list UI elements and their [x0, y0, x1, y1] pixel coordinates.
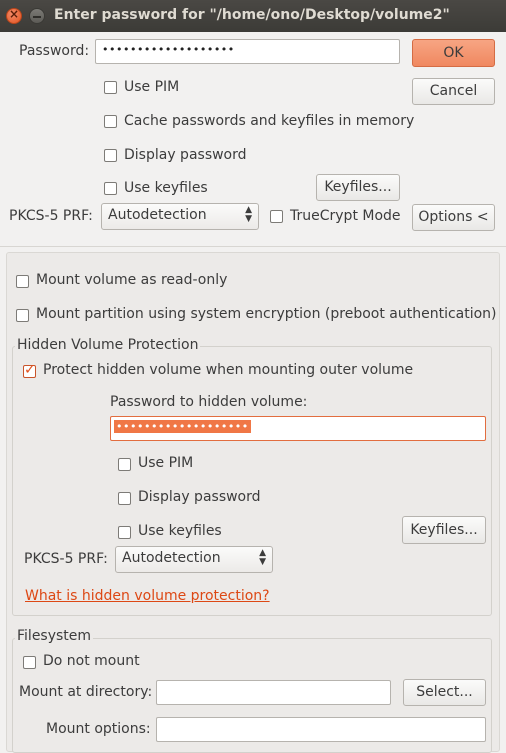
hidden-use-pim-checkbox[interactable]: [118, 458, 131, 471]
hidden-volume-title: Hidden Volume Protection: [15, 337, 201, 353]
hidden-password-value: •••••••••••••••••••: [114, 420, 251, 433]
cancel-button[interactable]: Cancel: [412, 78, 495, 105]
mount-dir-label: Mount at directory:: [19, 684, 153, 700]
minimize-window-button[interactable]: [29, 8, 45, 24]
password-label: Password:: [19, 43, 90, 59]
cache-passwords-checkbox[interactable]: [104, 115, 117, 128]
hidden-display-password-checkbox[interactable]: [118, 492, 131, 505]
prf-select[interactable]: Autodetection ▲ ▼: [101, 203, 259, 230]
hidden-prf-label: PKCS-5 PRF:: [24, 551, 108, 567]
mount-dir-input[interactable]: [156, 680, 391, 705]
display-password-checkbox[interactable]: [104, 149, 117, 162]
cache-passwords-label: Cache passwords and keyfiles in memory: [124, 113, 415, 129]
prf-value: Autodetection: [108, 207, 207, 223]
display-password-label: Display password: [124, 147, 247, 163]
window-title: Enter password for "/home/ono/Desktop/vo…: [54, 7, 450, 23]
password-input[interactable]: •••••••••••••••••••: [95, 39, 400, 64]
do-not-mount-label: Do not mount: [43, 653, 140, 669]
separator: [0, 246, 506, 247]
hidden-volume-help-link[interactable]: What is hidden volume protection?: [25, 588, 270, 604]
prf-label: PKCS-5 PRF:: [9, 208, 93, 224]
keyfiles-button[interactable]: Keyfiles...: [316, 174, 400, 201]
system-encryption-checkbox[interactable]: [16, 309, 29, 322]
select-directory-button[interactable]: Select...: [403, 679, 486, 706]
use-pim-checkbox[interactable]: [104, 81, 117, 94]
protect-hidden-checkbox[interactable]: [23, 362, 36, 378]
close-window-button[interactable]: ×: [6, 7, 22, 24]
truecrypt-mode-label: TrueCrypt Mode: [290, 208, 401, 224]
read-only-checkbox[interactable]: [16, 275, 29, 288]
protect-hidden-label: Protect hidden volume when mounting oute…: [43, 362, 414, 378]
hidden-prf-select[interactable]: Autodetection ▲ ▼: [115, 546, 273, 573]
hidden-password-input[interactable]: •••••••••••••••••••: [110, 416, 486, 441]
system-encryption-label: Mount partition using system encryption …: [36, 306, 497, 322]
mount-options-input[interactable]: [156, 717, 486, 742]
hidden-use-keyfiles-checkbox[interactable]: [118, 526, 131, 539]
hidden-prf-value: Autodetection: [122, 550, 221, 566]
truecrypt-mode-checkbox[interactable]: [270, 210, 283, 223]
use-keyfiles-checkbox[interactable]: [104, 182, 117, 195]
use-pim-label: Use PIM: [124, 79, 180, 95]
hidden-display-password-label: Display password: [138, 489, 261, 505]
title-bar: × Enter password for "/home/ono/Desktop/…: [0, 0, 506, 32]
hidden-use-keyfiles-label: Use keyfiles: [138, 523, 222, 539]
hidden-volume-group: [12, 346, 492, 616]
read-only-label: Mount volume as read-only: [36, 272, 228, 288]
minimize-icon: [33, 16, 41, 18]
mount-options-label: Mount options:: [46, 721, 151, 737]
hidden-use-pim-label: Use PIM: [138, 455, 194, 471]
filesystem-title: Filesystem: [15, 628, 94, 644]
updown-arrows-icon: ▲ ▼: [259, 548, 266, 567]
hidden-password-label: Password to hidden volume:: [110, 394, 308, 410]
updown-arrows-icon: ▲ ▼: [245, 205, 252, 224]
password-value: •••••••••••••••••••: [102, 43, 235, 56]
use-keyfiles-label: Use keyfiles: [124, 180, 208, 196]
close-icon: ×: [8, 7, 20, 21]
do-not-mount-checkbox[interactable]: [23, 656, 36, 669]
ok-button[interactable]: OK: [412, 39, 495, 67]
hidden-keyfiles-button[interactable]: Keyfiles...: [402, 516, 486, 544]
options-button[interactable]: Options <: [412, 204, 495, 231]
